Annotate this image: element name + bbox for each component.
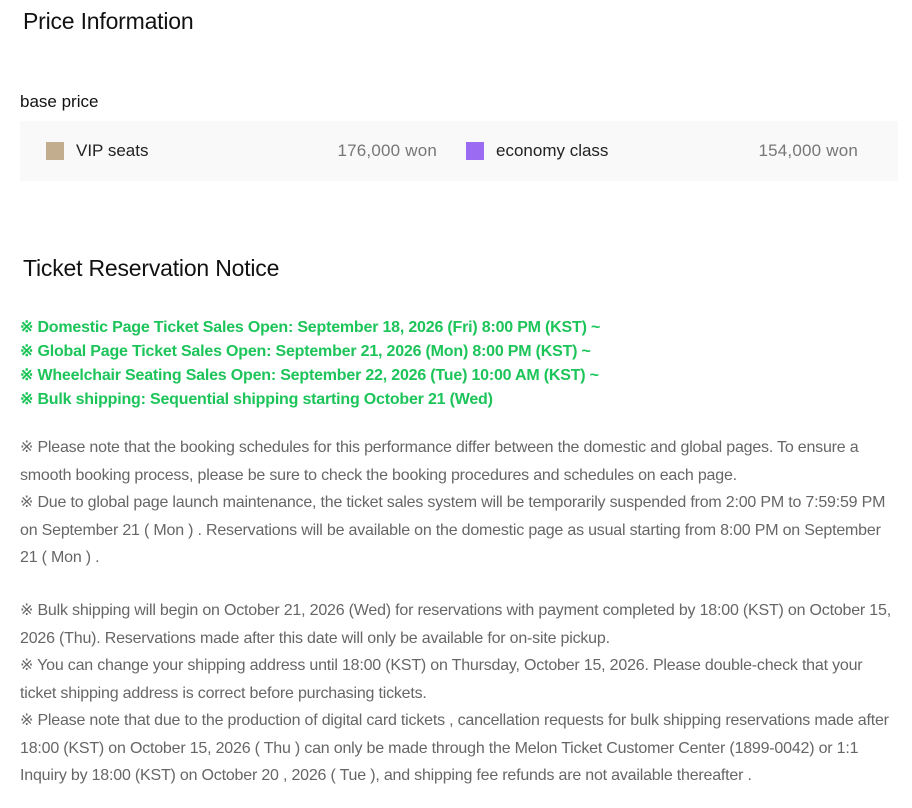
highlight-wheelchair-sales: ※ Wheelchair Seating Sales Open: Septemb… <box>20 367 599 384</box>
notice-bulk-shipping: ※ Bulk shipping will begin on October 21… <box>20 602 891 647</box>
notice-maintenance: ※ Due to global page launch maintenance,… <box>20 494 886 566</box>
notice-booking-schedules: ※ Please note that the booking schedules… <box>20 439 859 484</box>
vip-color-swatch-icon <box>46 142 64 160</box>
seat-price-economy: 154,000 won <box>758 141 858 160</box>
highlight-bulk-shipping: ※ Bulk shipping: Sequential shipping sta… <box>20 391 493 408</box>
notice-paragraphs-booking: ※ Please note that the booking schedules… <box>20 434 900 572</box>
reservation-notice-title: Ticket Reservation Notice <box>23 255 280 281</box>
highlight-domestic-sales: ※ Domestic Page Ticket Sales Open: Septe… <box>20 319 601 336</box>
seat-name-vip: VIP seats <box>76 141 149 160</box>
base-price-label: base price <box>20 92 99 111</box>
price-information-title: Price Information <box>23 8 194 34</box>
notice-shipping-address: ※ You can change your shipping address u… <box>20 657 863 702</box>
notice-cancellation: ※ Please note that due to the production… <box>20 712 889 784</box>
notice-paragraphs-shipping: ※ Bulk shipping will begin on October 21… <box>20 597 900 790</box>
seat-price-vip: 176,000 won <box>337 141 437 160</box>
price-item-vip: VIP seats 176,000 won <box>46 121 437 181</box>
seat-name-economy: economy class <box>496 141 609 160</box>
highlight-global-sales: ※ Global Page Ticket Sales Open: Septemb… <box>20 343 591 360</box>
price-table: VIP seats 176,000 won economy class 154,… <box>20 121 898 181</box>
economy-color-swatch-icon <box>466 142 484 160</box>
price-item-economy: economy class 154,000 won <box>466 121 858 181</box>
notice-highlights: ※ Domestic Page Ticket Sales Open: Septe… <box>20 316 900 412</box>
